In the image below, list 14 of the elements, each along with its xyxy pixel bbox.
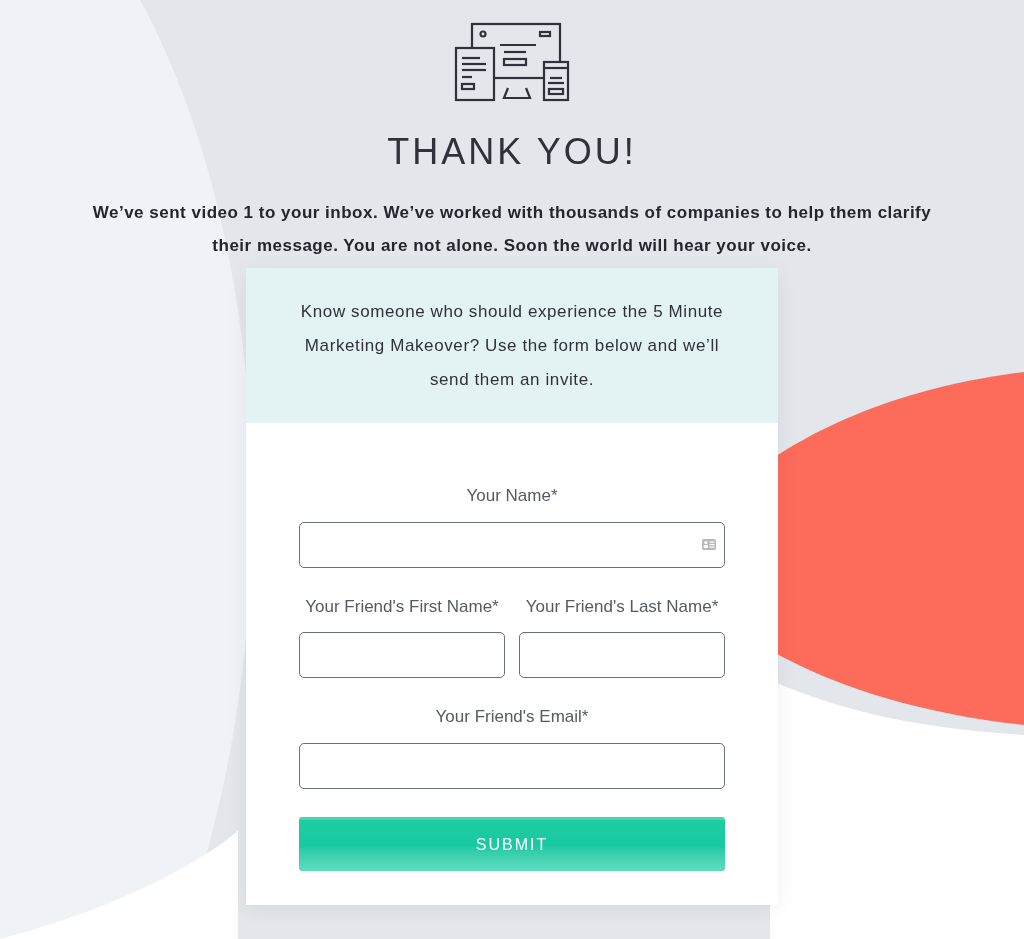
field-label: Your Friend's First Name* bbox=[305, 595, 499, 618]
field-label: Your Friend's Email* bbox=[435, 706, 589, 728]
input-field[interactable] bbox=[299, 742, 725, 789]
input-field[interactable] bbox=[299, 521, 725, 568]
field-label: Your Friend's Last Name* bbox=[525, 595, 719, 618]
page-title: THANK YOU! bbox=[387, 134, 637, 170]
devices-icon bbox=[454, 22, 570, 102]
invite-text: Know someone who should experience the 5 Minute Marketing Makeover? Use the form below and we’ll send them an invite. bbox=[299, 300, 725, 391]
submit-button[interactable]: SUBMIT bbox=[299, 816, 725, 871]
input-field[interactable] bbox=[299, 632, 505, 678]
contact-card-icon bbox=[702, 539, 716, 550]
input-field[interactable] bbox=[519, 632, 725, 678]
field-label: Your Name* bbox=[466, 485, 558, 507]
confirmation-message: We’ve sent video 1 to your inbox. We’ve worked with thousands of companies to help them clarify their message. You are not alone. Soon the world will hear your voice. bbox=[91, 202, 933, 257]
